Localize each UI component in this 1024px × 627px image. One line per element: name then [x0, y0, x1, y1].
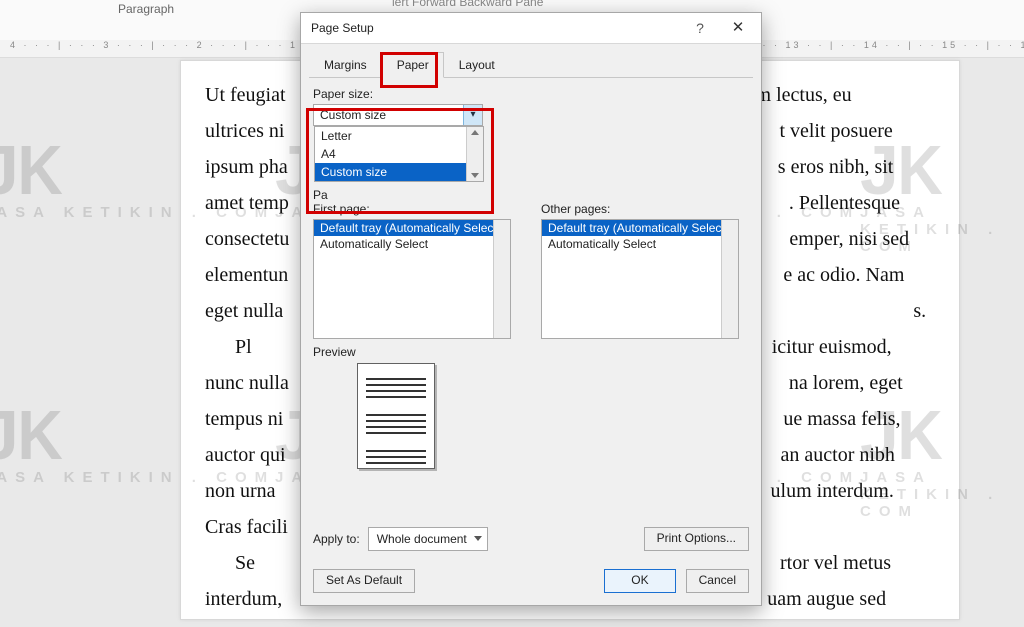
doc-text: s eros nibh, sit: [778, 156, 894, 178]
paper-size-option-letter[interactable]: Letter: [315, 127, 483, 145]
doc-text: Cras facili: [205, 516, 288, 538]
dropdown-scrollbar[interactable]: [466, 127, 483, 181]
chevron-down-icon[interactable]: ▾: [463, 105, 482, 125]
doc-text: nunc nulla: [205, 372, 289, 394]
doc-text: tempus ni: [205, 408, 283, 430]
doc-text: elementun: [205, 264, 288, 286]
paper-size-option-custom[interactable]: Custom size: [315, 163, 483, 181]
tray-option-auto[interactable]: Automatically Select: [542, 236, 738, 252]
print-options-button[interactable]: Print Options...: [644, 527, 749, 551]
tray-scrollbar[interactable]: [721, 220, 738, 338]
paper-size-combo[interactable]: Custom size ▾ Letter A4 Custom size: [313, 104, 483, 126]
doc-text: emper, nisi sed: [789, 228, 909, 250]
doc-text: Pl: [235, 336, 252, 358]
doc-text: Ut feugiat: [205, 84, 286, 106]
preview-thumbnail: [357, 363, 435, 469]
paper-size-dropdown: Letter A4 Custom size: [314, 126, 484, 182]
first-page-tray-list[interactable]: Default tray (Automatically Select) Auto…: [313, 219, 511, 339]
doc-text: uam augue sed: [767, 588, 886, 610]
dialog-title: Page Setup: [311, 21, 374, 35]
doc-text: eget nulla: [205, 300, 283, 322]
paper-size-label: Paper size:: [313, 87, 749, 101]
doc-text: an auctor nibh: [781, 444, 895, 466]
tray-option-auto[interactable]: Automatically Select: [314, 236, 510, 252]
paper-source-heading-clipped: Pa: [313, 188, 749, 202]
doc-text: icitur euismod,: [772, 336, 892, 358]
tab-layout[interactable]: Layout: [444, 52, 510, 78]
dialog-titlebar[interactable]: Page Setup ? ✕: [301, 13, 761, 44]
doc-text: ultrices ni: [205, 120, 284, 142]
other-pages-tray-list[interactable]: Default tray (Automatically Select) Auto…: [541, 219, 739, 339]
apply-to-value: Whole document: [377, 532, 467, 546]
doc-text: ipsum pha: [205, 156, 288, 178]
preview-label: Preview: [301, 339, 761, 363]
doc-text: . Pellentesque: [789, 192, 900, 214]
doc-text: s.: [913, 300, 926, 322]
close-icon[interactable]: ✕: [723, 13, 753, 43]
paper-size-value: Custom size: [320, 108, 386, 122]
doc-text: non urna: [205, 480, 276, 502]
cancel-button[interactable]: Cancel: [686, 569, 749, 593]
help-icon[interactable]: ?: [685, 13, 715, 43]
tray-option-default[interactable]: Default tray (Automatically Select): [314, 220, 510, 236]
tray-scrollbar[interactable]: [493, 220, 510, 338]
paper-source-section: First page: Default tray (Automatically …: [301, 202, 761, 339]
ribbon-group-label: Paragraph: [118, 2, 174, 16]
doc-text: na lorem, eget: [789, 372, 903, 394]
tab-paper[interactable]: Paper: [382, 52, 444, 78]
paper-size-option-a4[interactable]: A4: [315, 145, 483, 163]
other-pages-label: Other pages:: [541, 202, 749, 216]
doc-text: ue massa felis,: [783, 408, 900, 430]
page-setup-dialog: Page Setup ? ✕ Margins Paper Layout Pape…: [300, 12, 762, 606]
doc-text: consectetu: [205, 228, 289, 250]
doc-text: t velit posuere: [779, 120, 892, 142]
doc-text: rtor vel metus: [780, 552, 891, 574]
doc-text: interdum,: [205, 588, 282, 610]
tray-option-default[interactable]: Default tray (Automatically Select): [542, 220, 738, 236]
ribbon-hints: lert Forward Backward Pane: [392, 0, 543, 9]
doc-text: auctor qui: [205, 444, 286, 466]
first-page-label: First page:: [313, 202, 521, 216]
doc-text: Se: [235, 552, 255, 574]
doc-text: ulum interdum.: [771, 480, 894, 502]
dialog-tabs: Margins Paper Layout: [301, 44, 761, 78]
ok-button[interactable]: OK: [604, 569, 675, 593]
doc-text: amet temp: [205, 192, 289, 214]
paper-size-section: Paper size: Custom size ▾ Letter A4 Cust…: [301, 79, 761, 202]
set-as-default-button[interactable]: Set As Default: [313, 569, 415, 593]
doc-text: e ac odio. Nam: [783, 264, 904, 286]
apply-to-select[interactable]: Whole document: [368, 527, 488, 551]
apply-to-label: Apply to:: [313, 532, 360, 546]
tab-margins[interactable]: Margins: [309, 52, 382, 78]
